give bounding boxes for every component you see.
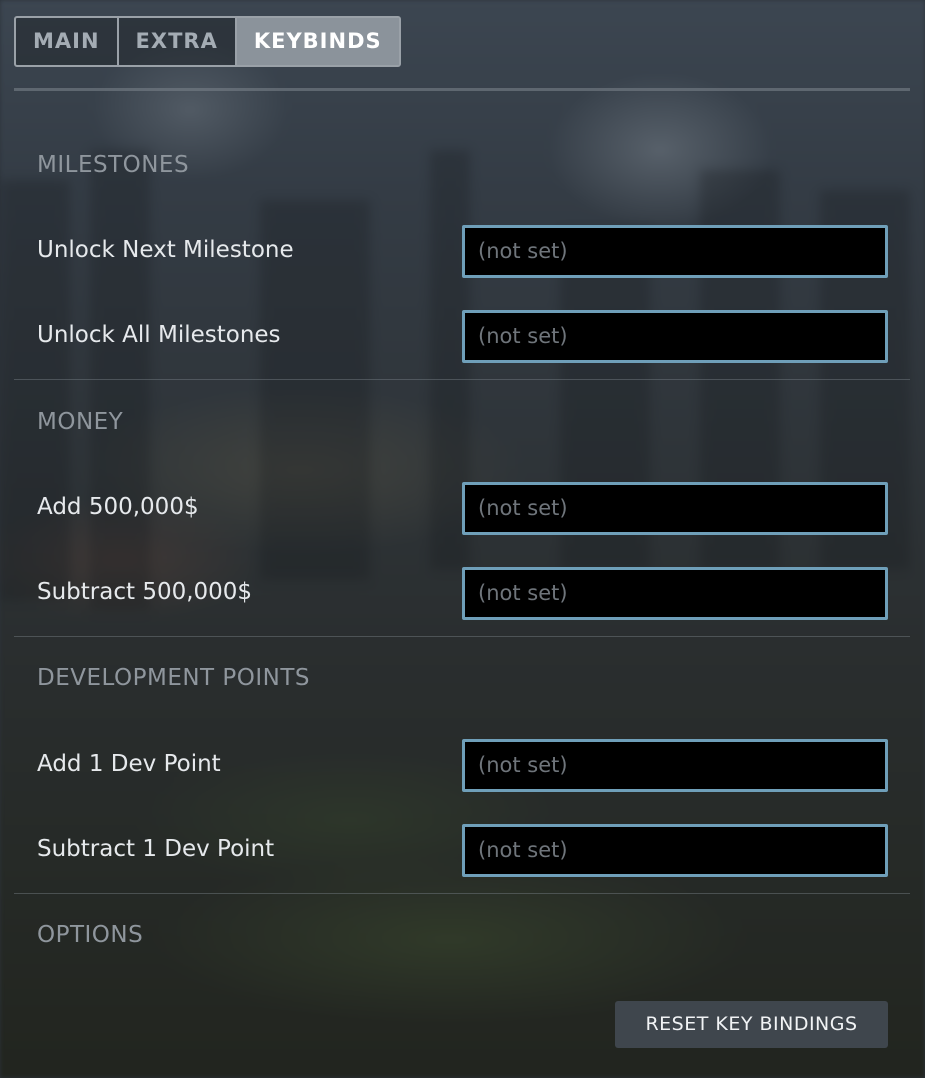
keybind-value: (not set) <box>478 753 568 777</box>
keybind-field-subtract-dev-point[interactable]: (not set) <box>462 824 888 877</box>
keybind-label-add-dev-point: Add 1 Dev Point <box>37 751 221 777</box>
keybind-field-unlock-all-milestones[interactable]: (not set) <box>462 310 888 363</box>
keybind-value: (not set) <box>478 581 568 605</box>
section-title-options: OPTIONS <box>37 922 144 948</box>
keybind-label-unlock-all-milestones: Unlock All Milestones <box>37 322 281 348</box>
tab-keybinds[interactable]: KEYBINDS <box>236 18 399 65</box>
keybind-label-subtract-dev-point: Subtract 1 Dev Point <box>37 836 275 862</box>
tab-main[interactable]: MAIN <box>16 18 119 65</box>
section-divider <box>14 636 910 637</box>
tab-bar: MAIN EXTRA KEYBINDS <box>14 16 401 67</box>
tab-extra[interactable]: EXTRA <box>119 18 237 65</box>
keybind-value: (not set) <box>478 496 568 520</box>
keybind-field-unlock-next-milestone[interactable]: (not set) <box>462 225 888 278</box>
tab-divider <box>14 88 910 91</box>
keybind-label-unlock-next-milestone: Unlock Next Milestone <box>37 237 294 263</box>
reset-key-bindings-button[interactable]: RESET KEY BINDINGS <box>615 1001 888 1048</box>
keybind-value: (not set) <box>478 324 568 348</box>
keybind-value: (not set) <box>478 838 568 862</box>
keybind-field-subtract-money[interactable]: (not set) <box>462 567 888 620</box>
keybind-label-add-money: Add 500,000$ <box>37 494 199 520</box>
keybind-value: (not set) <box>478 239 568 263</box>
keybind-label-subtract-money: Subtract 500,000$ <box>37 579 253 605</box>
keybinds-panel: MAIN EXTRA KEYBINDS MILESTONES Unlock Ne… <box>0 0 925 1078</box>
keybind-field-add-dev-point[interactable]: (not set) <box>462 739 888 792</box>
section-divider <box>14 893 910 894</box>
section-title-money: MONEY <box>37 409 124 435</box>
section-title-milestones: MILESTONES <box>37 152 190 178</box>
keybind-field-add-money[interactable]: (not set) <box>462 482 888 535</box>
section-divider <box>14 379 910 380</box>
section-title-development-points: DEVELOPMENT POINTS <box>37 665 311 691</box>
